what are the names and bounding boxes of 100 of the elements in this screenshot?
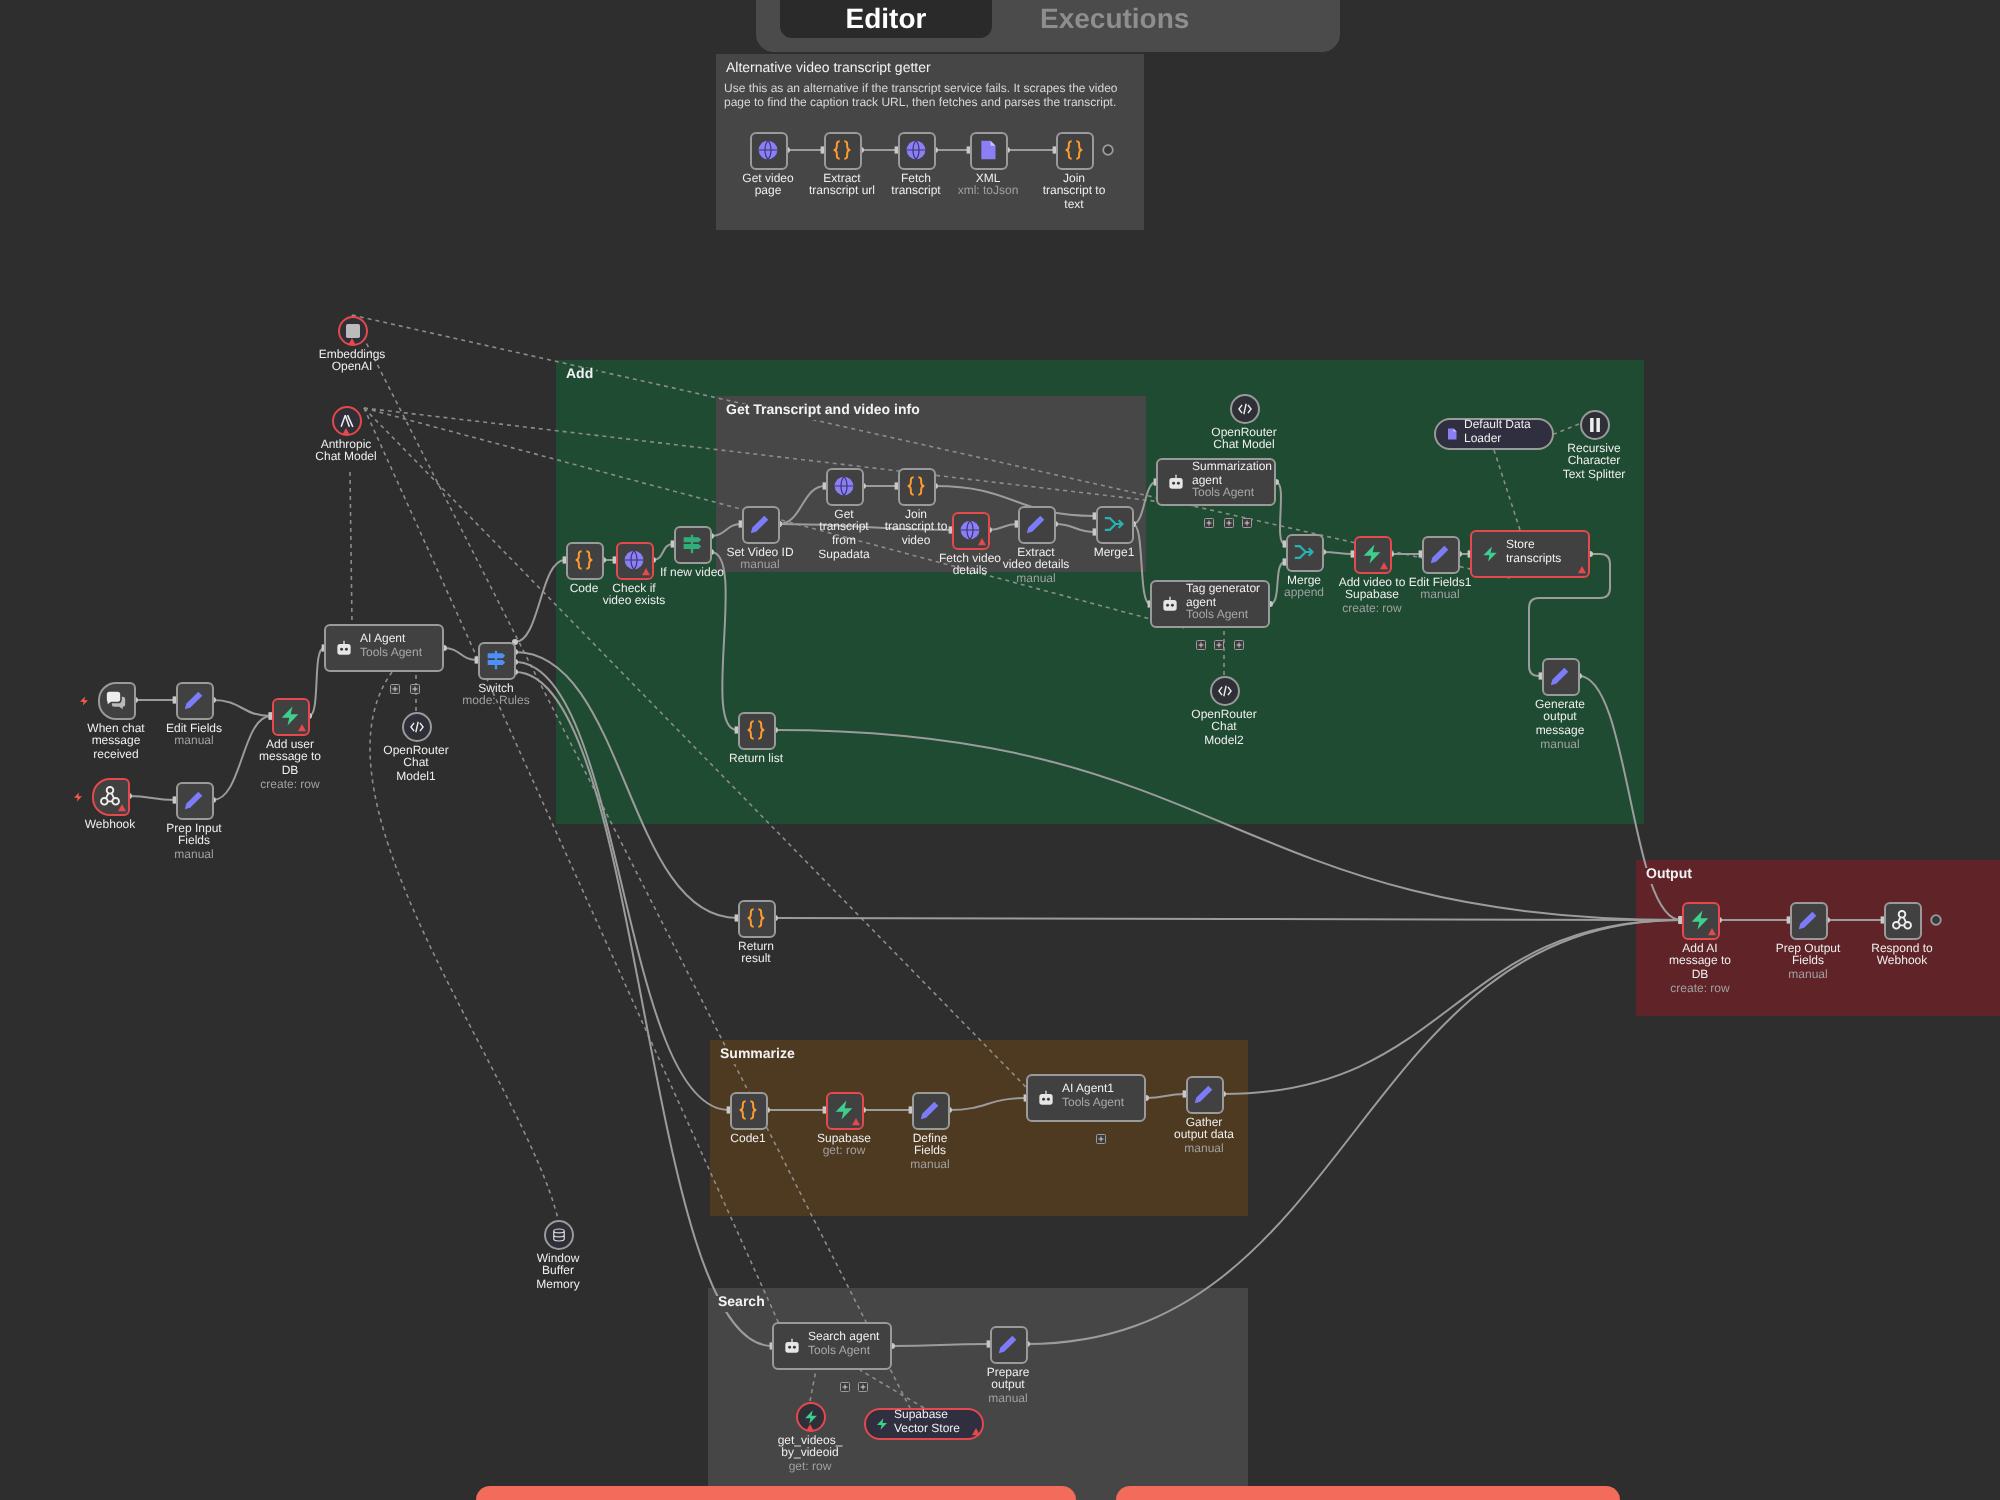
bolt-icon [803,1409,817,1423]
workflow-node[interactable] [729,1091,767,1129]
workflow-node[interactable] [1681,901,1719,939]
bolt-icon [79,695,87,705]
warning-icon [1379,561,1387,569]
pencil-icon [1194,1084,1214,1104]
plus-icon[interactable] [857,1381,867,1391]
warning-icon [972,1428,980,1436]
workflow-node[interactable] [1789,901,1827,939]
braces-icon [1064,140,1084,160]
workflow-node[interactable] [615,541,653,579]
pencil-icon [1430,544,1450,564]
braces-icon [574,550,594,570]
workflow-node[interactable] [175,681,213,719]
document-icon [978,140,998,160]
merge-icon [1104,514,1124,534]
tab[interactable]: Editor [780,0,992,38]
plus-icon[interactable] [839,1381,849,1391]
workflow-node[interactable] [969,131,1007,169]
robot-icon [1038,1090,1054,1106]
pencil-icon [998,1334,1018,1354]
warning-icon [1707,927,1715,935]
plus-icon[interactable] [389,683,399,693]
workflow-node[interactable] [741,505,779,543]
bolt-icon [1690,910,1710,930]
robot-icon [336,640,352,656]
workflow-node[interactable] [337,315,367,345]
workflow-node[interactable] [1353,535,1391,573]
workflow-node[interactable] [749,131,787,169]
robot-icon [784,1338,800,1354]
pencil-icon [1798,910,1818,930]
webhook-icon [1892,910,1912,930]
plus-icon[interactable] [1241,517,1251,527]
code-icon [409,719,423,733]
plus-icon[interactable] [409,683,419,693]
workflow-node[interactable] [1421,535,1459,573]
code-icon [1237,401,1251,415]
plus-icon[interactable] [1233,639,1243,649]
warning-icon [641,567,649,575]
webhook-icon [100,786,120,806]
workflow-node[interactable] [1883,901,1921,939]
workflow-node[interactable] [897,131,935,169]
square-icon [345,323,359,337]
workflow-node[interactable] [175,781,213,819]
ring-icon[interactable] [1101,144,1113,156]
ring-icon[interactable] [1929,914,1941,926]
robot-icon [1162,596,1178,612]
workflow-node[interactable] [673,525,711,563]
warning-icon [851,1117,859,1125]
workflow-node[interactable] [825,1091,863,1129]
bolt-icon [1482,546,1498,562]
signpost-icon [682,534,702,554]
bars-icon [1587,417,1601,431]
workflow-node[interactable] [1055,131,1093,169]
bolt-icon [1362,544,1382,564]
bolt-icon [73,791,81,801]
robot-icon [1168,474,1184,490]
plus-icon[interactable] [1223,517,1233,527]
warning-icon [342,427,350,435]
workflow-node[interactable] [543,1219,573,1249]
warning-icon [977,537,985,545]
workflow-node[interactable] [897,467,935,505]
workflow-node[interactable] [823,131,861,169]
warning-icon [117,803,125,811]
workflow-node[interactable] [1017,505,1055,543]
plus-icon[interactable] [1195,639,1205,649]
workflow-node[interactable] [91,777,129,815]
pencil-icon [750,514,770,534]
workflow-node[interactable] [97,681,135,719]
workflow-node[interactable] [911,1091,949,1129]
bolt-icon [876,1418,888,1430]
chat-bubbles-icon [106,690,126,710]
globe-icon [960,520,980,540]
workflow-node[interactable] [1095,505,1133,543]
braces-icon [746,720,766,740]
warning-icon [297,723,305,731]
bolt-icon [280,706,300,726]
connection-line [889,1340,992,1349]
workflow-node[interactable] [825,467,863,505]
workflow-node[interactable] [271,697,309,735]
globe-icon [624,550,644,570]
workflow-node[interactable] [1185,1075,1223,1113]
globe-icon [758,140,778,160]
warning-icon [1578,566,1586,574]
workflow-node[interactable] [477,641,515,679]
globe-icon [834,476,854,496]
workflow-node[interactable] [737,711,775,749]
workflow-node[interactable] [1285,533,1323,571]
workflow-node[interactable] [989,1325,1027,1363]
plus-icon[interactable] [1203,517,1213,527]
globe-icon [906,140,926,160]
workflow-node[interactable] [737,899,775,937]
plus-icon[interactable] [1213,639,1223,649]
plus-icon[interactable] [1095,1133,1105,1143]
workflow-node[interactable] [331,405,361,435]
workflow-node[interactable] [401,711,431,741]
workflow-node[interactable] [951,511,989,549]
pencil-icon [184,690,204,710]
workflow-node[interactable] [565,541,603,579]
workflow-node[interactable] [1541,657,1579,695]
